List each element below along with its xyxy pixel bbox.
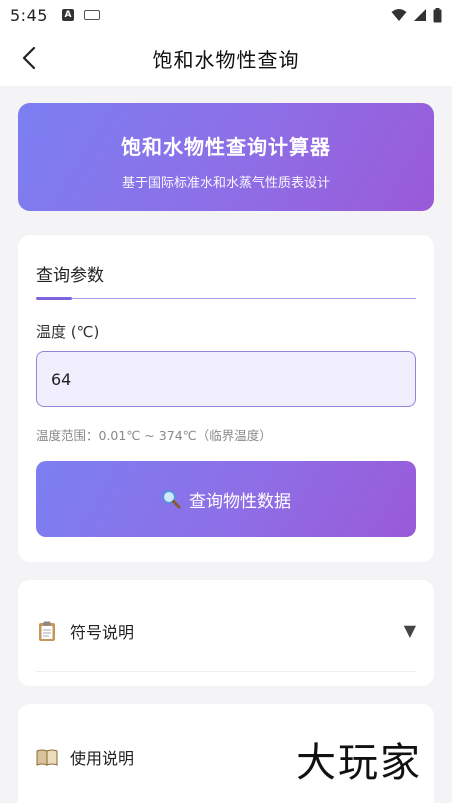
tab-query-params[interactable]: 查询参数 [36, 261, 416, 300]
page-title: 饱和水物性查询 [152, 47, 300, 72]
signal-icon [414, 9, 426, 21]
app-header: 饱和水物性查询 [0, 30, 452, 86]
a-icon: A [61, 9, 74, 21]
usage-section-label: 使用说明 [70, 749, 135, 768]
symbols-section-label: 符号说明 [70, 622, 135, 642]
banner-subtitle: 基于国际标准水和水蒸气性质表设计 [121, 176, 330, 191]
temperature-input[interactable] [36, 351, 416, 407]
symbols-section-toggle[interactable]: 符号说明 ▼ [36, 590, 416, 672]
query-card: 查询参数 温度 (℃) 温度范围：0.01℃ ~ 374℃（临界温度） 查询物性… [18, 235, 434, 562]
battery-icon [433, 7, 442, 22]
status-time: 5:45 [10, 5, 48, 25]
clipboard-icon [36, 620, 58, 642]
watermark-logo: 大玩家 [296, 740, 422, 786]
tab-active-indicator [36, 297, 72, 300]
tab-label: 查询参数 [36, 266, 104, 286]
banner-title: 饱和水物性查询计算器 [121, 135, 331, 159]
wifi-icon [391, 9, 407, 21]
status-bar: 5:45 A [0, 0, 452, 30]
chevron-down-icon: ▼ [403, 621, 416, 640]
temperature-label: 温度 (℃) [36, 323, 100, 341]
symbols-card: 符号说明 ▼ [18, 580, 434, 686]
query-button[interactable]: 查询物性数据 [36, 461, 416, 537]
status-right-icons [391, 7, 442, 23]
tab-underline [36, 297, 416, 299]
temperature-range-hint: 温度范围：0.01℃ ~ 374℃（临界温度） [36, 428, 272, 443]
query-button-label: 查询物性数据 [189, 491, 291, 512]
back-arrow-icon [22, 46, 36, 70]
magnifier-icon [161, 489, 181, 509]
back-button[interactable] [14, 42, 44, 74]
keyboard-icon [83, 10, 100, 20]
book-icon [36, 746, 58, 768]
hero-banner: 饱和水物性查询计算器 基于国际标准水和水蒸气性质表设计 [18, 103, 434, 211]
